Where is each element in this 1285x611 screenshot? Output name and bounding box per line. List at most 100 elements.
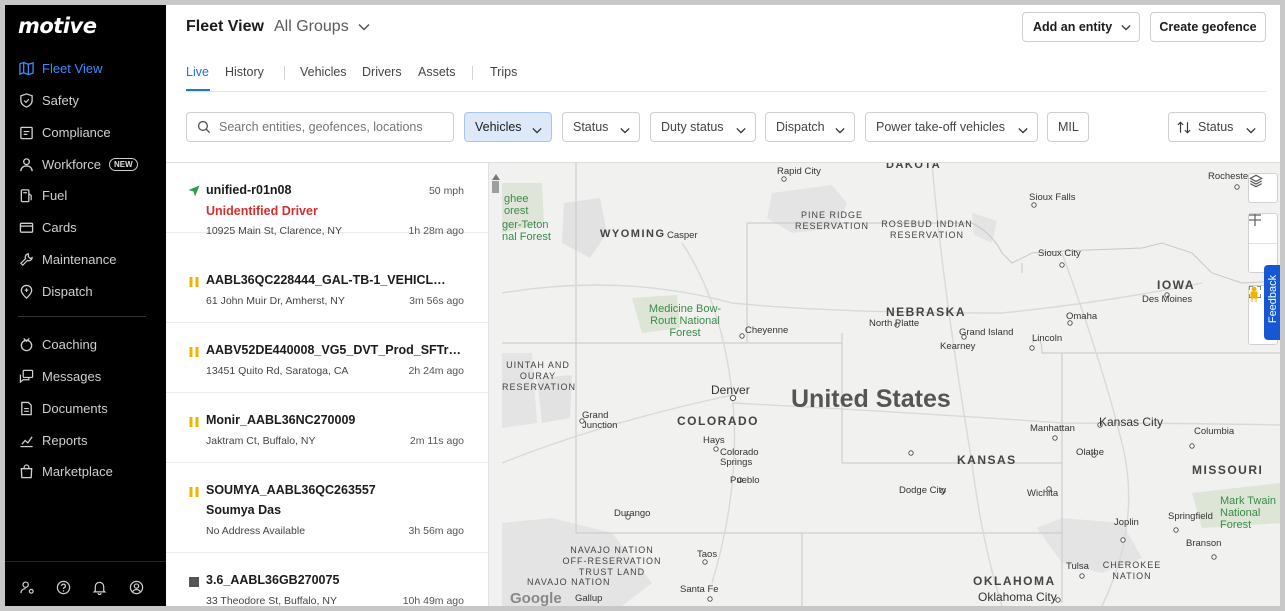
map-reservation-label: NAVAJO NATION: [527, 577, 611, 587]
idle-status-icon: [188, 345, 200, 363]
route-icon: [18, 283, 34, 299]
search-input[interactable]: [219, 120, 449, 134]
group-selector[interactable]: All Groups: [274, 18, 370, 36]
sidebar-item-fleet-view[interactable]: Fleet View: [18, 57, 158, 79]
map-city-label: Oklahoma City: [978, 590, 1057, 604]
help-icon[interactable]: [56, 580, 72, 596]
dispatch-filter[interactable]: Dispatch: [765, 112, 855, 142]
sidebar-item-documents[interactable]: Documents: [18, 397, 158, 419]
map-city-label: Sioux Falls: [1029, 192, 1076, 203]
tab-drivers[interactable]: Drivers: [362, 65, 402, 79]
map-reservation-label: PINE RIDGE RESERVATION: [794, 210, 869, 231]
map-city-label: Durango: [614, 508, 651, 519]
page-title: Fleet View: [186, 18, 264, 35]
filter-label: Status: [573, 120, 609, 134]
map-city-label: Olathe: [1076, 447, 1104, 458]
scrollbar-thumb[interactable]: [492, 181, 499, 193]
driver-name: Soumya Das: [206, 503, 282, 517]
sidebar-item-label: Messages: [42, 368, 102, 384]
tab-live[interactable]: Live: [186, 65, 209, 79]
tab-separator: [284, 66, 285, 80]
idle-status-icon: [188, 415, 200, 433]
map-state-label: NEBRASKA: [886, 305, 967, 319]
new-badge: NEW: [109, 157, 138, 171]
map-reservation-label: CHEROKEE NATION: [1102, 560, 1162, 581]
add-entity-button[interactable]: Add an entity: [1022, 12, 1140, 42]
sidebar-item-label: Dispatch: [42, 283, 93, 299]
sidebar-item-label: Marketplace: [42, 463, 113, 479]
map-city-label: Joplin: [1114, 517, 1139, 528]
tab-trips[interactable]: Trips: [490, 65, 517, 79]
vehicles-filter[interactable]: Vehicles: [464, 112, 552, 142]
map-city-label: Grand Junction: [582, 410, 618, 431]
list-item[interactable]: AABL36QC228444_GAL-TB-1_VEHICLE_TEST_LON…: [166, 253, 488, 323]
motive-logo[interactable]: motive: [18, 14, 97, 38]
search-field[interactable]: [186, 112, 454, 142]
document-icon: [18, 400, 34, 416]
person-icon: [18, 156, 34, 172]
map-city-label: Casper: [667, 230, 698, 241]
list-item[interactable]: AABV52DE440008_VG5_DVT_Prod_SFTruck 1345…: [166, 323, 488, 393]
map-state-label: OKLAHOMA: [973, 574, 1056, 588]
map-city-label: Cheyenne: [745, 325, 789, 336]
map-city-label: Des Moines: [1142, 294, 1193, 305]
sort-dropdown[interactable]: Status: [1168, 112, 1266, 142]
stopped-status-icon: [188, 575, 200, 593]
chevron-down-icon: [736, 123, 746, 137]
sidebar-item-label: Safety: [42, 92, 79, 108]
sidebar-item-fuel[interactable]: Fuel: [18, 184, 158, 206]
duty-status-filter[interactable]: Duty status: [650, 112, 756, 142]
shopping-bag-icon: [18, 463, 34, 479]
account-icon[interactable]: [129, 580, 145, 596]
sidebar-item-compliance[interactable]: Compliance: [18, 121, 158, 143]
mil-filter[interactable]: MIL: [1047, 112, 1089, 142]
map-city-label: Hays: [703, 435, 725, 446]
power-takeoff-filter[interactable]: Power take-off vehicles: [865, 112, 1038, 142]
sidebar-item-dispatch[interactable]: Dispatch: [18, 280, 158, 302]
credit-card-icon: [18, 219, 34, 235]
scroll-down-arrow-icon[interactable]: [492, 601, 500, 606]
map-country-label: United States: [791, 385, 951, 413]
tab-assets[interactable]: Assets: [418, 65, 456, 79]
sidebar-item-maintenance[interactable]: Maintenance: [18, 248, 158, 270]
sidebar-item-workforce[interactable]: Workforce NEW: [18, 153, 158, 175]
sidebar-item-messages[interactable]: Messages: [18, 365, 158, 387]
map-layers-button[interactable]: [1248, 173, 1278, 203]
sidebar-item-reports[interactable]: Reports: [18, 429, 158, 451]
sidebar-item-safety[interactable]: Safety: [18, 89, 158, 111]
sidebar-item-label: Reports: [42, 432, 88, 448]
shield-icon: [18, 92, 34, 108]
user-settings-icon[interactable]: [20, 580, 36, 596]
chevron-down-icon: [620, 123, 630, 137]
list-item[interactable]: SOUMYA_AABL36QC263557 Soumya Das No Addr…: [166, 463, 488, 553]
list-item[interactable]: Monir_AABL36NC270009 Jaktram Ct, Buffalo…: [166, 393, 488, 463]
map-city-label: Springfield: [1168, 511, 1213, 522]
sidebar-bottom-divider: [5, 561, 166, 562]
vehicle-address: 10925 Main St, Clarence, NY: [206, 225, 342, 237]
wrench-icon: [18, 251, 34, 267]
list-scrollbar[interactable]: [488, 163, 502, 606]
map-city-label: Branson: [1186, 538, 1222, 549]
driver-name: Unidentified Driver: [206, 204, 318, 218]
feedback-tab[interactable]: Feedback: [1264, 265, 1280, 340]
map-zoom-control: [1248, 213, 1278, 273]
status-filter[interactable]: Status: [562, 112, 640, 142]
map-city-label: Taos: [697, 549, 718, 560]
create-geofence-button[interactable]: Create geofence: [1150, 12, 1266, 42]
map-city-label: Colorado Springs: [720, 447, 759, 468]
vehicle-list: unified-r01n08 50 mph Unidentified Drive…: [166, 163, 488, 606]
sidebar-item-coaching[interactable]: Coaching: [18, 333, 158, 355]
bell-icon[interactable]: [92, 580, 108, 596]
map-view[interactable]: DAKOTA WYOMING NEBRASKA IOWA COLORADO KA…: [502, 163, 1280, 606]
tab-vehicles[interactable]: Vehicles: [300, 65, 347, 79]
sidebar-item-marketplace[interactable]: Marketplace: [18, 460, 158, 482]
map-forest-label: ghee orest: [504, 193, 529, 217]
list-item[interactable]: unified-r01n08 50 mph Unidentified Drive…: [166, 163, 488, 237]
list-item[interactable]: 3.6_AABL36GB270075 33 Theodore St, Buffa…: [166, 553, 488, 606]
sidebar-item-cards[interactable]: Cards: [18, 216, 158, 238]
map-state-label: KANSAS: [957, 453, 1017, 467]
sidebar-item-label: Fuel: [42, 187, 68, 203]
tab-history[interactable]: History: [225, 65, 264, 79]
navigation-arrow-icon: [188, 184, 200, 202]
last-update-time: 1h 28m ago: [408, 225, 464, 237]
